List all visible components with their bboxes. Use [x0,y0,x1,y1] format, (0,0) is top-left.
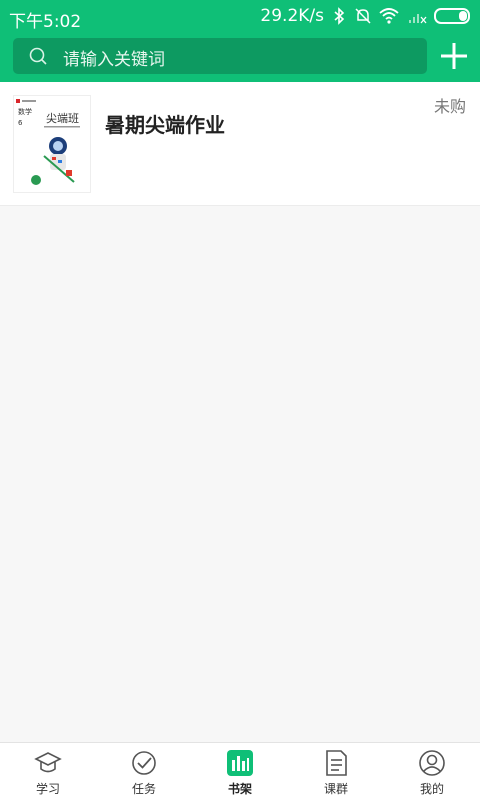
book-list-item[interactable]: 数学 6 尖端班 暑期尖端作业 未购 [0,82,480,206]
battery-icon [434,8,470,24]
add-button[interactable] [438,40,470,72]
graduation-cap-icon [34,752,62,773]
status-icons: 29.2K/s [260,6,470,26]
nav-item-profile[interactable]: 我的 [384,743,480,801]
wifi-icon [379,8,399,24]
search-icon [29,47,47,65]
nav-label-study: 学习 [35,782,60,796]
bottom-navigation: 学习 任务 书架 课群 我的 [0,742,480,801]
search-input[interactable]: 请输入关键词 [13,38,427,74]
nav-item-bookshelf[interactable]: 书架 [192,743,288,801]
book-title: 暑期尖端作业 [105,113,225,137]
nav-label-class-group: 课群 [323,782,348,796]
signal-icon [409,14,427,24]
cover-subject: 数学 [18,107,32,116]
network-speed: 29.2K/s [260,6,324,26]
bookshelf-icon [227,750,253,776]
bluetooth-icon [334,7,345,25]
nav-label-profile: 我的 [419,782,444,796]
nav-item-study[interactable]: 学习 [0,743,96,801]
nav-label-bookshelf: 书架 [227,782,252,796]
status-bar: 下午5:02 29.2K/s [0,0,480,32]
mute-icon [355,8,371,24]
check-circle-icon [132,751,156,775]
search-placeholder: 请输入关键词 [63,50,165,70]
cover-title: 尖端班 [46,112,79,125]
document-icon [326,750,347,776]
nav-item-class-group[interactable]: 课群 [288,743,384,801]
status-time: 下午5:02 [9,12,82,32]
nav-label-tasks: 任务 [131,782,156,796]
purchase-status: 未购 [433,97,466,116]
book-cover: 数学 6 尖端班 [14,96,90,192]
user-icon [419,750,445,776]
cover-grade: 6 [18,119,23,127]
nav-item-tasks[interactable]: 任务 [96,743,192,801]
app-header: 下午5:02 29.2K/s 请输入关键词 [0,0,480,82]
